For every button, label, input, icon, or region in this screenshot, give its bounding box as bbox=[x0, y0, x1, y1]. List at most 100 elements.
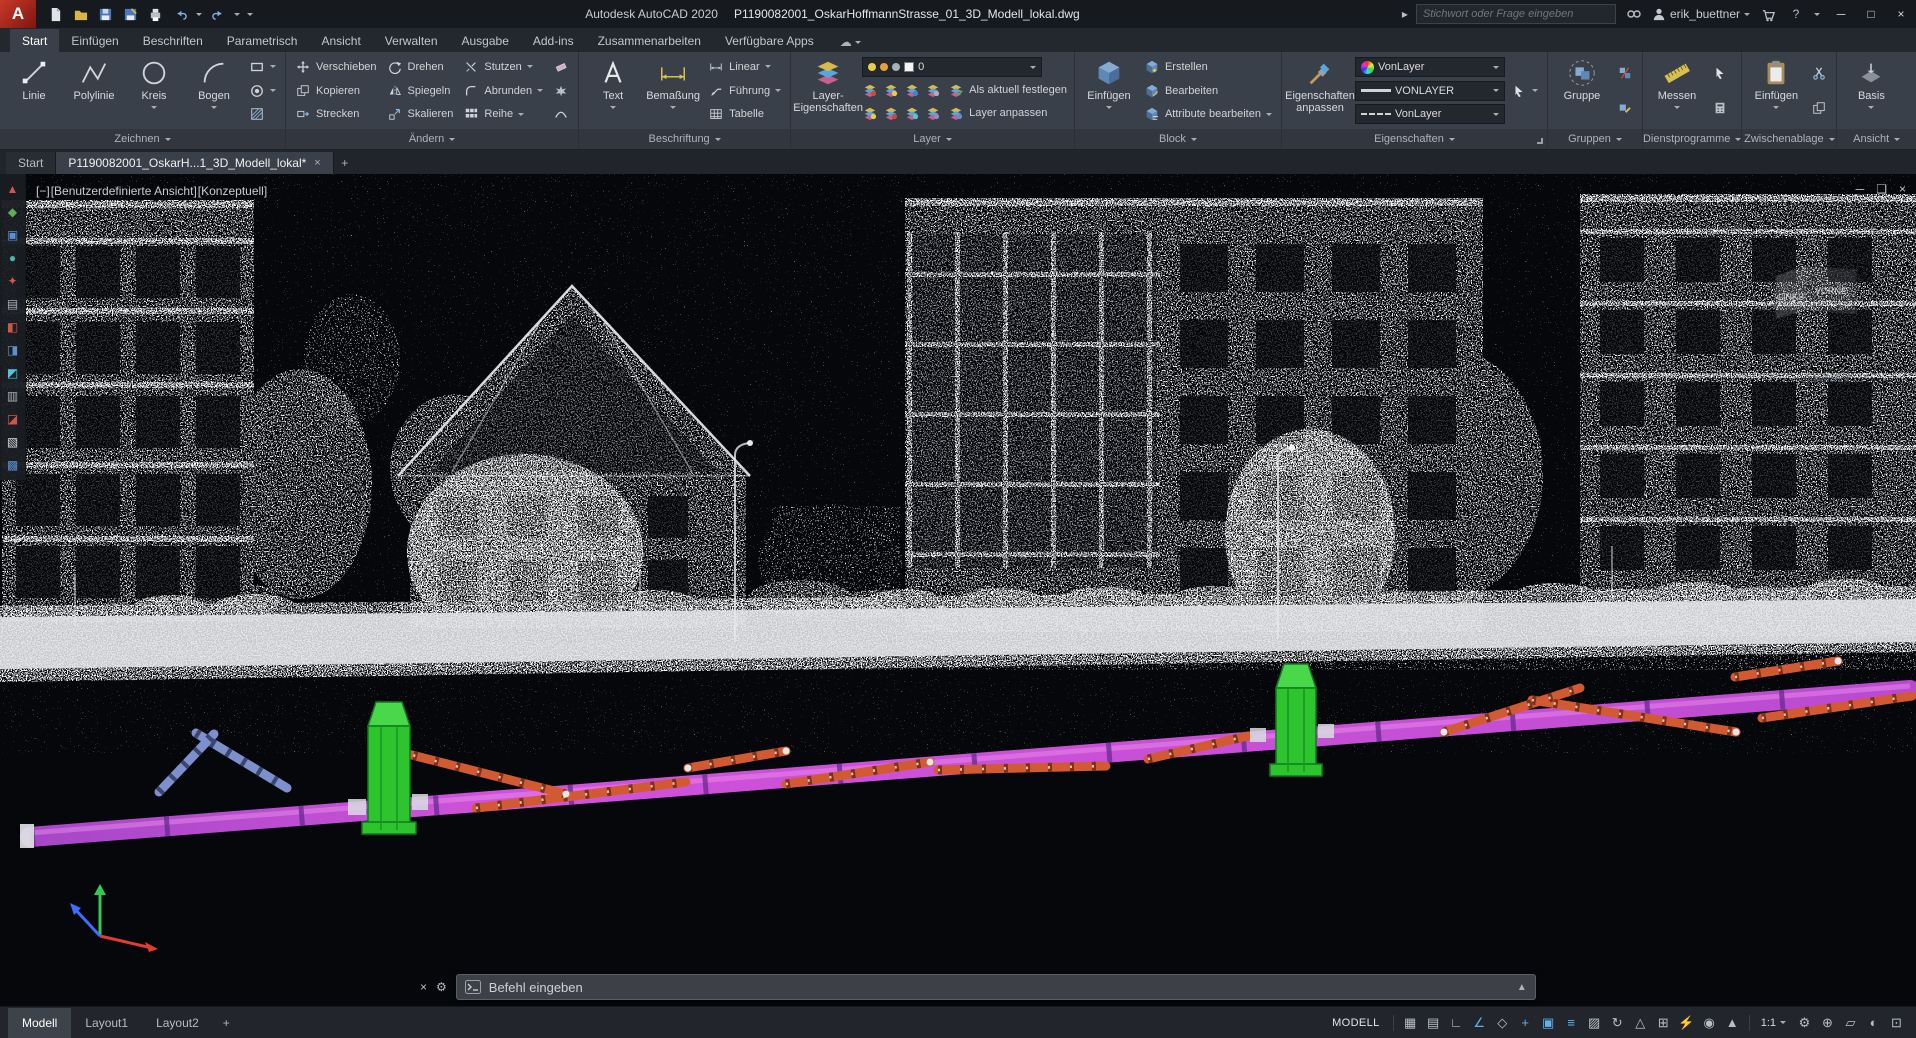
minimize-button[interactable]: ─ bbox=[1826, 1, 1856, 27]
search-icon[interactable] bbox=[1624, 4, 1644, 24]
dock-tool-10[interactable]: ▥ bbox=[3, 386, 23, 406]
quick-properties-icon[interactable]: ▱ bbox=[1839, 1012, 1862, 1034]
dock-tool-8[interactable]: ◨ bbox=[3, 340, 23, 360]
redo-dropdown-icon[interactable] bbox=[234, 13, 240, 19]
save-as-icon[interactable] bbox=[121, 5, 139, 23]
viewport-minimize-icon[interactable]: ─ bbox=[1856, 182, 1865, 196]
dialog-launcher-icon[interactable] bbox=[1537, 138, 1543, 144]
polyline-button[interactable]: Polylinie bbox=[65, 54, 123, 127]
help-icon[interactable]: ? bbox=[1786, 4, 1806, 24]
user-account-button[interactable]: erik_buettner bbox=[1652, 7, 1750, 21]
copy-button[interactable]: Kopieren bbox=[291, 80, 381, 102]
group-edit-button[interactable] bbox=[1613, 97, 1637, 119]
object-snap-icon[interactable]: ▣ bbox=[1537, 1012, 1560, 1034]
layout-tab[interactable]: Layout2 bbox=[142, 1008, 213, 1038]
arc-button[interactable]: Bogen bbox=[185, 54, 243, 127]
panel-label-layer[interactable]: Layer bbox=[791, 129, 1074, 149]
make-current-button[interactable]: Als aktuell festlegen bbox=[946, 79, 1069, 101]
circle-button[interactable]: Kreis bbox=[125, 54, 183, 127]
dock-tool-4[interactable]: ● bbox=[3, 248, 23, 268]
dock-tool-5[interactable]: ✦ bbox=[3, 271, 23, 291]
panel-label-dienstprogramme[interactable]: Dienstprogramme bbox=[1643, 129, 1741, 149]
panel-label-beschriftung[interactable]: Beschriftung bbox=[579, 129, 790, 149]
group-button[interactable]: Gruppe bbox=[1553, 54, 1611, 127]
dock-tool-3[interactable]: ▣ bbox=[3, 225, 23, 245]
ribbon-tab[interactable]: Beschriften bbox=[131, 29, 215, 52]
viewcube-front-label[interactable]: VORNE bbox=[1815, 286, 1847, 296]
erase-button[interactable] bbox=[549, 56, 573, 78]
join-button[interactable] bbox=[549, 103, 573, 125]
layer-properties-button[interactable]: Layer-Eigenschaften bbox=[796, 54, 860, 127]
dock-tool-1[interactable]: ▲ bbox=[3, 179, 23, 199]
command-customize-icon[interactable]: ⚙ bbox=[436, 980, 447, 994]
ribbon-tab[interactable]: Zusammenarbeiten bbox=[586, 29, 713, 52]
dock-tool-12[interactable]: ▧ bbox=[3, 432, 23, 452]
cut-button[interactable]: ⋯ bbox=[1807, 62, 1831, 84]
app-menu-button[interactable]: A bbox=[0, 0, 36, 28]
ribbon-tab[interactable]: Parametrisch bbox=[215, 29, 310, 52]
snap-mode-icon[interactable]: ▤ bbox=[1422, 1012, 1445, 1034]
layer-thaw-tool-icon[interactable] bbox=[883, 105, 899, 121]
ribbon-tab[interactable]: Verwalten bbox=[373, 29, 450, 52]
undo-icon[interactable] bbox=[171, 5, 189, 23]
lineweight-select[interactable]: VONLAYER bbox=[1355, 81, 1505, 101]
insert-block-button[interactable]: Einfügen bbox=[1080, 54, 1138, 127]
layout-tab[interactable]: Layout1 bbox=[71, 1008, 142, 1038]
viewport-view-control[interactable]: [Benutzerdefinierte Ansicht] bbox=[51, 184, 197, 198]
transparency-icon[interactable]: ▨ bbox=[1583, 1012, 1606, 1034]
autoscale-icon[interactable]: ▲ bbox=[1721, 1012, 1744, 1034]
help-dropdown-icon[interactable] bbox=[1814, 13, 1820, 19]
ortho-icon[interactable]: ∟ bbox=[1445, 1012, 1468, 1034]
isolate-objects-icon[interactable]: ◐ bbox=[1862, 1012, 1885, 1034]
layer-isolate-icon[interactable] bbox=[883, 82, 899, 98]
dock-tool-9[interactable]: ◩ bbox=[3, 363, 23, 383]
dock-tool-6[interactable]: ▤ bbox=[3, 294, 23, 314]
ribbon-tab[interactable]: Add-ins bbox=[521, 29, 586, 52]
layer-unlock-icon[interactable] bbox=[904, 105, 920, 121]
scale-button[interactable]: Skalieren bbox=[383, 103, 458, 125]
copy-clip-button[interactable] bbox=[1807, 97, 1831, 119]
layer-select[interactable]: 0 bbox=[862, 57, 1042, 77]
manhole-shaft-1[interactable] bbox=[362, 702, 416, 834]
dynamic-ucs-icon[interactable]: △ bbox=[1629, 1012, 1652, 1034]
connect-cloud-button[interactable]: ☁ bbox=[832, 32, 869, 52]
graphics-performance-icon[interactable]: ⚡ bbox=[1675, 1012, 1698, 1034]
app-store-icon[interactable] bbox=[1758, 4, 1778, 24]
quick-select-button[interactable] bbox=[1507, 80, 1542, 102]
infocenter-collapse-icon[interactable]: ▸ bbox=[1402, 7, 1408, 21]
new-drawing-icon[interactable] bbox=[46, 5, 64, 23]
command-close-icon[interactable]: × bbox=[420, 980, 427, 994]
search-box[interactable] bbox=[1416, 4, 1616, 24]
polar-tracking-icon[interactable]: ∠ bbox=[1468, 1012, 1491, 1034]
open-icon[interactable] bbox=[71, 5, 89, 23]
layer-freeze-icon[interactable] bbox=[904, 82, 920, 98]
layout-tab[interactable]: Modell bbox=[8, 1008, 71, 1038]
annotation-scale-button[interactable]: 1:1 bbox=[1755, 1017, 1792, 1029]
leader-button[interactable]: Führung bbox=[704, 80, 785, 102]
selection-cycling-icon[interactable]: ↻ bbox=[1606, 1012, 1629, 1034]
viewcube-left-label[interactable]: LINKS bbox=[1778, 292, 1804, 302]
layer-on-tool-icon[interactable] bbox=[862, 105, 878, 121]
command-history-icon[interactable]: ▲ bbox=[1517, 982, 1527, 993]
file-tab-start[interactable]: Start bbox=[6, 152, 56, 174]
trim-button[interactable]: Stutzen bbox=[459, 56, 547, 78]
dock-tool-2[interactable]: ◆ bbox=[3, 202, 23, 222]
dimension-button[interactable]: Bemaßung bbox=[644, 54, 702, 127]
utility-select-button[interactable] bbox=[1708, 62, 1732, 84]
ribbon-tab[interactable]: Ansicht bbox=[309, 29, 372, 52]
manhole-shaft-2[interactable] bbox=[1270, 664, 1322, 776]
workspace-switching-icon[interactable]: ⚙ bbox=[1793, 1012, 1816, 1034]
mirror-button[interactable]: Spiegeln bbox=[383, 80, 458, 102]
layer-walk-icon[interactable] bbox=[925, 105, 941, 121]
isodraft-icon[interactable]: ◇ bbox=[1491, 1012, 1514, 1034]
redo-icon[interactable] bbox=[209, 5, 227, 23]
ribbon-tab[interactable]: Verfügbare Apps bbox=[713, 29, 826, 52]
table-button[interactable]: Tabelle bbox=[704, 103, 785, 125]
grid-icon[interactable]: ▦ bbox=[1399, 1012, 1422, 1034]
ungroup-button[interactable] bbox=[1613, 62, 1637, 84]
new-file-tab-button[interactable]: + bbox=[334, 152, 356, 174]
object-snap-tracking-icon[interactable]: + bbox=[1514, 1012, 1537, 1034]
command-input-bar[interactable]: Befehl eingeben ▲ bbox=[456, 974, 1536, 1000]
stretch-button[interactable]: Strecken bbox=[291, 103, 381, 125]
search-input[interactable] bbox=[1423, 8, 1609, 20]
